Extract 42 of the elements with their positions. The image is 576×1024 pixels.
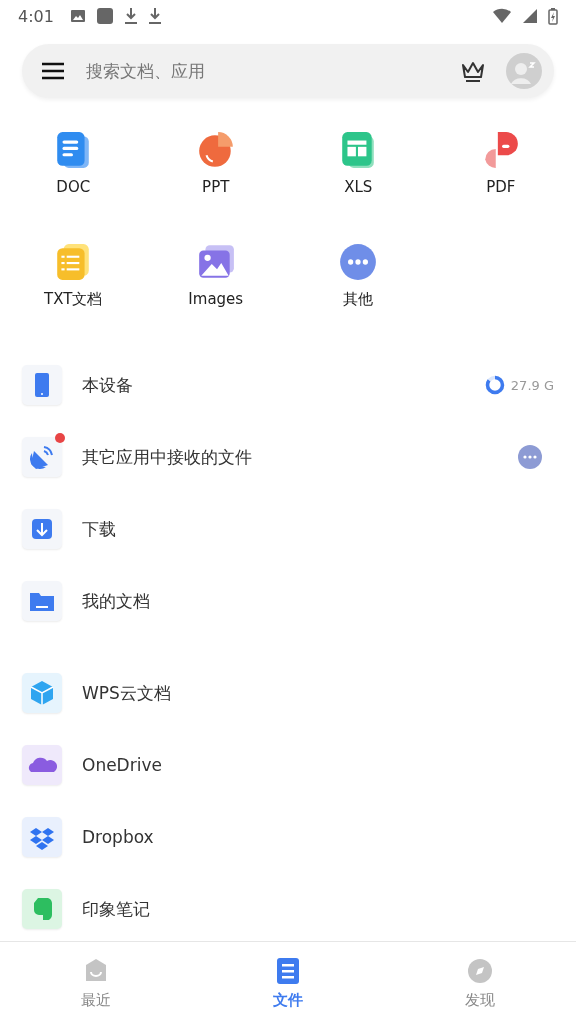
file-type-button[interactable]: 其他 [287,238,430,313]
list-item[interactable]: 我的文档 [0,565,576,637]
list-item[interactable]: OneDrive [0,729,576,801]
list-item[interactable]: WPS云文档 [0,657,576,729]
search-field[interactable]: 搜索文档、应用 [84,60,440,82]
download-icon [147,7,162,25]
item-label: 本设备 [82,373,134,397]
list-item[interactable]: 下载 [0,493,576,565]
battery-icon [548,7,558,25]
item-label: 印象笔记 [82,897,151,921]
nav-tab[interactable]: 发现 [384,942,576,1024]
file-type-button[interactable]: DOC [2,126,145,200]
list-item[interactable]: 其它应用中接收的文件 [0,421,576,493]
nav-tab[interactable]: 文件 [192,942,384,1024]
item-label: 其它应用中接收的文件 [82,445,253,469]
storage-text: 27.9 G [510,377,554,393]
list-item[interactable]: 本设备 27.9 G [0,349,576,421]
crown-icon[interactable] [460,59,486,83]
list-item[interactable]: Dropbox [0,801,576,873]
item-label: WPS云文档 [82,681,172,705]
wifi-icon [492,8,512,24]
list-item[interactable]: 印象笔记 [0,873,576,941]
file-type-button[interactable]: XLS [287,126,430,200]
status-time: 4:01 [18,6,54,26]
file-type-button[interactable]: PPT [144,126,287,200]
item-label: OneDrive [82,755,163,775]
download-icon [123,7,138,25]
files-icon [274,956,302,985]
storage-ring-icon [484,375,505,395]
nav-tab[interactable]: 最近 [0,942,192,1024]
item-label: Dropbox [82,827,155,847]
search-bar[interactable]: 搜索文档、应用 [22,44,554,98]
signal-icon [522,8,538,24]
file-type-button[interactable]: TXT文档 [2,238,145,313]
more-button[interactable] [518,445,542,469]
item-label: 下载 [82,517,117,541]
file-type-button[interactable]: PDF [429,126,572,200]
more-icon [523,455,537,459]
item-label: 我的文档 [82,589,151,613]
menu-icon[interactable] [42,62,64,80]
file-type-button[interactable]: Images [144,238,287,313]
image-icon [69,8,86,24]
